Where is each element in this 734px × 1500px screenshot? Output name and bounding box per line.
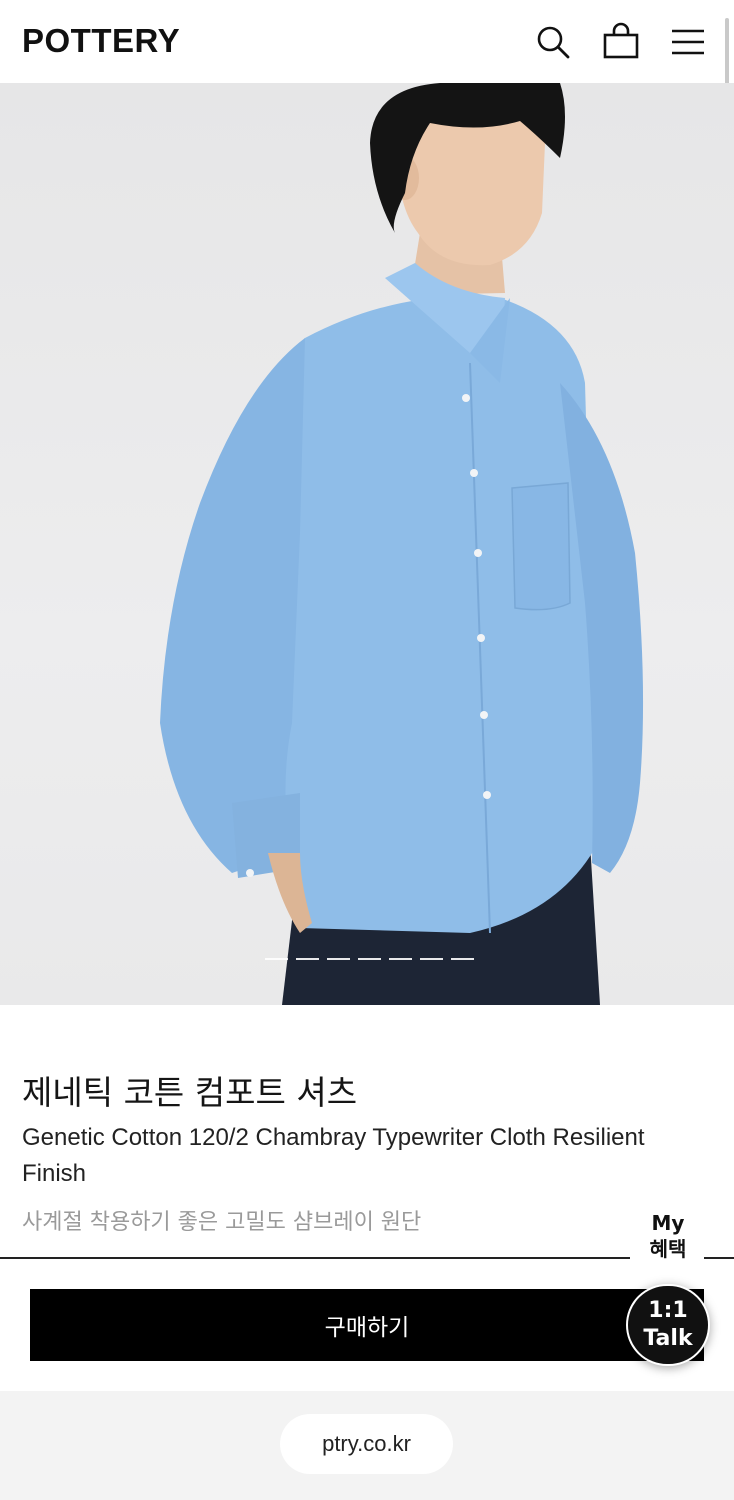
talk-label-line1: 1:1 bbox=[648, 1298, 688, 1323]
product-name-korean: 제네틱 코튼 컴포트 셔츠 bbox=[22, 1073, 358, 1112]
divider bbox=[704, 1257, 734, 1259]
carousel-dot[interactable] bbox=[389, 958, 412, 960]
carousel-dot[interactable] bbox=[451, 958, 474, 960]
buy-button[interactable]: 구매하기 bbox=[30, 1289, 704, 1361]
my-benefit-label-line2: 혜택 bbox=[649, 1237, 687, 1261]
product-name-english: Genetic Cotton 120/2 Chambray Typewriter… bbox=[22, 1124, 645, 1187]
carousel-dot[interactable] bbox=[420, 958, 443, 960]
carousel-dot-active[interactable] bbox=[296, 958, 319, 960]
brand-logo[interactable]: POTTERY bbox=[22, 22, 180, 60]
carousel-indicator[interactable] bbox=[265, 958, 474, 960]
header: POTTERY bbox=[0, 0, 734, 83]
shopping-bag-icon[interactable] bbox=[601, 22, 641, 62]
one-to-one-talk-button[interactable]: 1:1 Talk bbox=[626, 1284, 710, 1366]
carousel-dot[interactable] bbox=[265, 958, 288, 960]
search-icon[interactable] bbox=[533, 22, 573, 62]
product-image-carousel[interactable] bbox=[0, 83, 734, 1005]
hamburger-menu-icon[interactable] bbox=[668, 22, 708, 62]
address-bar[interactable]: ptry.co.kr bbox=[280, 1414, 453, 1474]
talk-label-line2: Talk bbox=[643, 1326, 693, 1351]
divider bbox=[0, 1257, 630, 1259]
product-photo bbox=[160, 83, 644, 1005]
my-benefit-button[interactable]: My 혜택 bbox=[632, 1210, 704, 1262]
carousel-dot[interactable] bbox=[358, 958, 381, 960]
carousel-dot[interactable] bbox=[327, 958, 350, 960]
product-description: 사계절 착용하기 좋은 고밀도 샴브레이 원단 bbox=[22, 1210, 422, 1235]
my-benefit-label-line1: My bbox=[651, 1211, 685, 1235]
